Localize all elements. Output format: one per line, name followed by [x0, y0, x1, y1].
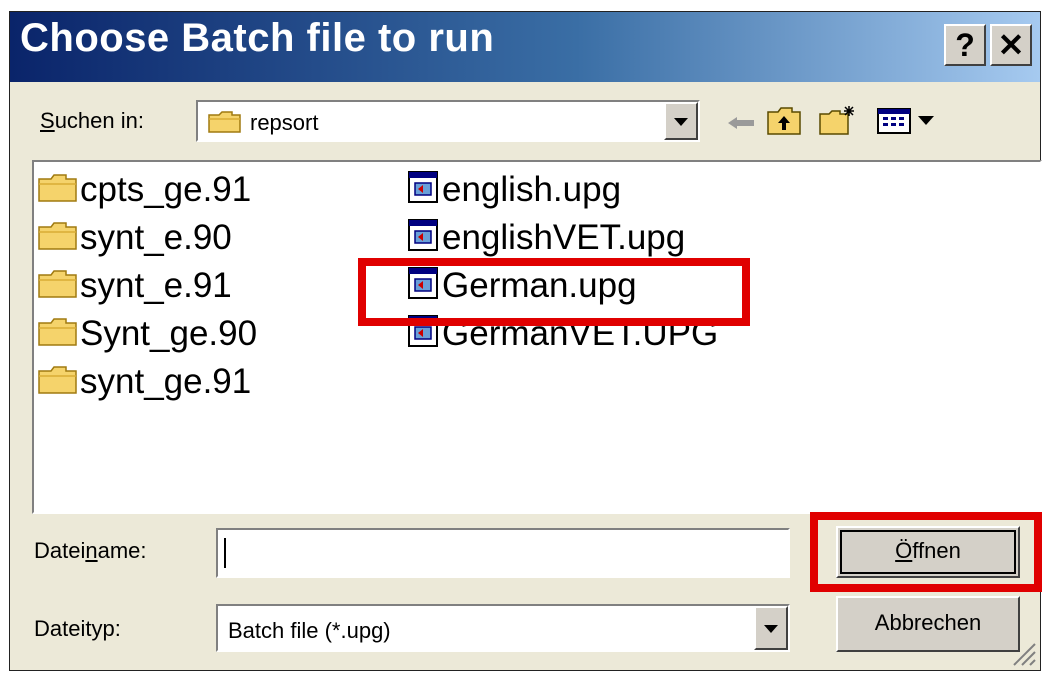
- new-folder-icon[interactable]: [818, 104, 856, 138]
- list-item-label: cpts_ge.91: [80, 170, 252, 209]
- list-item[interactable]: synt_ge.91: [38, 362, 251, 404]
- filetype-combobox[interactable]: Batch file (*.upg): [216, 604, 790, 652]
- up-folder-icon[interactable]: [766, 104, 804, 138]
- batch-file-icon: [406, 170, 440, 213]
- folder-icon: [38, 172, 78, 212]
- list-item[interactable]: englishVET.upg: [406, 218, 685, 261]
- file-list[interactable]: cpts_ge.91 synt_e.90 synt_e.91 Synt_ge.90sy…: [32, 160, 1042, 514]
- text-caret: [224, 538, 226, 568]
- filetype-label: Dateityp:: [34, 616, 121, 641]
- dialog-window: Choose Batch file to run ? ✕ Suchen in: …: [9, 11, 1042, 671]
- filename-label: Dateiname:: [34, 538, 147, 563]
- close-button[interactable]: ✕: [990, 24, 1032, 66]
- list-item-label: englishVET.upg: [442, 218, 686, 257]
- title-bar[interactable]: Choose Batch file to run ? ✕: [10, 12, 1040, 82]
- help-button[interactable]: ?: [944, 24, 986, 66]
- folder-icon: [208, 110, 242, 139]
- list-item-label: english.upg: [442, 170, 622, 209]
- view-menu-icon[interactable]: [876, 104, 940, 138]
- list-item[interactable]: cpts_ge.91: [38, 170, 251, 212]
- back-arrow-icon[interactable]: [728, 116, 754, 129]
- highlight-german-upg: [358, 258, 750, 326]
- folder-icon: [38, 316, 78, 356]
- folder-icon: [38, 268, 78, 308]
- highlight-open-button: [810, 512, 1042, 592]
- lookin-value: repsort: [250, 110, 319, 135]
- filetype-value: Batch file (*.upg): [228, 618, 391, 643]
- lookin-dropdown-button[interactable]: [664, 102, 698, 140]
- list-item[interactable]: english.upg: [406, 170, 621, 213]
- list-item[interactable]: synt_e.91: [38, 266, 232, 308]
- dialog-title: Choose Batch file to run: [20, 16, 495, 60]
- cancel-button[interactable]: Abbrechen: [836, 596, 1020, 652]
- list-item-label: Synt_ge.90: [80, 314, 258, 353]
- folder-icon: [38, 364, 78, 404]
- lookin-combobox[interactable]: repsort: [196, 100, 700, 142]
- lookin-label: Suchen in:: [40, 108, 144, 133]
- filename-input[interactable]: [216, 528, 790, 578]
- list-item-label: synt_e.91: [80, 266, 232, 305]
- filetype-dropdown-button[interactable]: [754, 606, 788, 650]
- list-item-label: synt_ge.91: [80, 362, 252, 401]
- list-item[interactable]: synt_e.90: [38, 218, 232, 260]
- list-item[interactable]: Synt_ge.90: [38, 314, 257, 356]
- resize-grip-icon[interactable]: [1008, 638, 1036, 666]
- list-item-label: synt_e.90: [80, 218, 232, 257]
- batch-file-icon: [406, 218, 440, 261]
- folder-icon: [38, 220, 78, 260]
